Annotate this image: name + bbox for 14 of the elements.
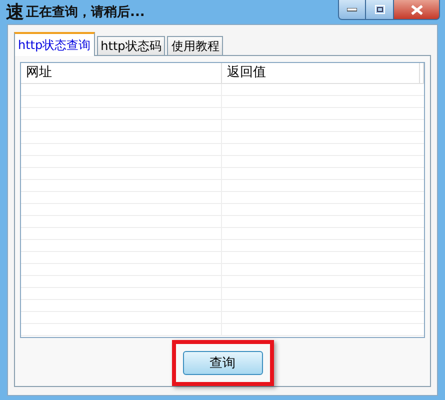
tab[interactable]: http状态查询 <box>14 32 95 56</box>
close-button[interactable] <box>394 0 440 20</box>
minimize-icon <box>347 8 357 12</box>
minimize-button[interactable] <box>338 0 366 20</box>
window-title: 正在查询，请稍后... <box>26 4 145 21</box>
app-icon: 速 <box>6 0 24 24</box>
close-icon <box>410 4 422 14</box>
query-button[interactable]: 查询 <box>182 351 262 375</box>
maximize-icon <box>374 5 384 14</box>
column-header[interactable]: 网址 <box>21 63 222 83</box>
tab[interactable]: http状态码 <box>96 36 166 55</box>
column-header[interactable]: 返回值 <box>222 63 420 83</box>
maximize-button[interactable] <box>366 0 394 20</box>
tab[interactable]: 使用教程 <box>167 36 224 55</box>
